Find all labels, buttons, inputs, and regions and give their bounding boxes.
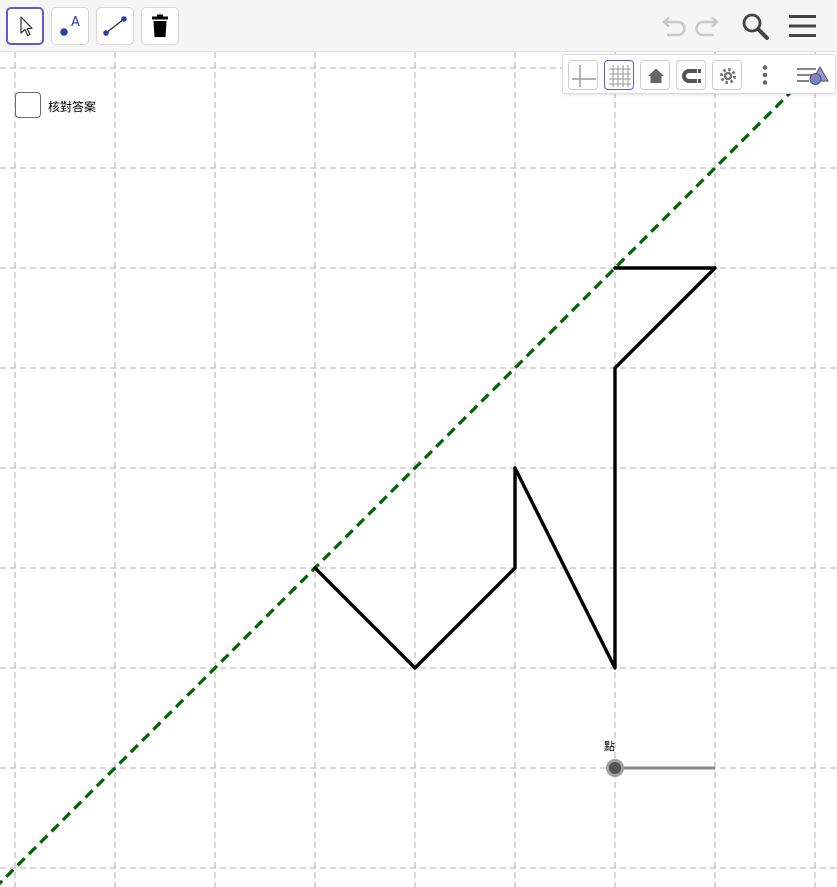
redo-icon	[695, 16, 719, 37]
more-vertical-icon	[762, 65, 768, 85]
segment-tool-button[interactable]	[96, 7, 134, 45]
point-capturing-button[interactable]	[676, 60, 706, 90]
point-tool-glyph: A	[71, 15, 80, 30]
standard-view-button[interactable]	[640, 60, 670, 90]
arrow-cursor-icon	[20, 16, 33, 37]
search-button[interactable]	[737, 8, 773, 44]
search-icon	[742, 13, 769, 40]
magnet-icon	[682, 69, 701, 83]
grid-lines	[0, 52, 837, 887]
graphics-style-bar	[562, 54, 836, 94]
axes-icon	[572, 65, 596, 87]
redo-button[interactable]	[691, 8, 727, 44]
trash-icon	[152, 14, 168, 37]
delete-tool-button[interactable]	[141, 7, 179, 45]
slider-handle[interactable]	[606, 759, 624, 777]
checkbox-box[interactable]	[15, 92, 41, 118]
more-options-button[interactable]	[750, 60, 780, 90]
undo-button[interactable]	[654, 8, 690, 44]
graphics-view[interactable]	[0, 52, 837, 887]
home-icon	[648, 68, 664, 83]
move-tool-button[interactable]	[6, 7, 44, 45]
grid-icon	[609, 65, 631, 87]
axes-toggle-button[interactable]	[568, 60, 598, 90]
gear-icon	[720, 68, 736, 84]
undo-icon	[662, 16, 686, 37]
checkbox-label: 核對答案	[48, 100, 97, 114]
menu-icon	[789, 15, 816, 37]
grid-toggle-button[interactable]	[604, 60, 634, 90]
point-icon: A	[60, 15, 80, 36]
point-tool-button[interactable]: A	[51, 7, 89, 45]
graphics-settings-button[interactable]	[712, 60, 742, 90]
menu-button[interactable]	[785, 8, 821, 44]
style-bar-toggle-icon	[797, 65, 829, 85]
slider-label: 點	[604, 740, 615, 753]
segment-icon	[103, 16, 127, 36]
toolbar: A	[0, 0, 837, 52]
toggle-style-bar-button[interactable]	[794, 60, 834, 90]
